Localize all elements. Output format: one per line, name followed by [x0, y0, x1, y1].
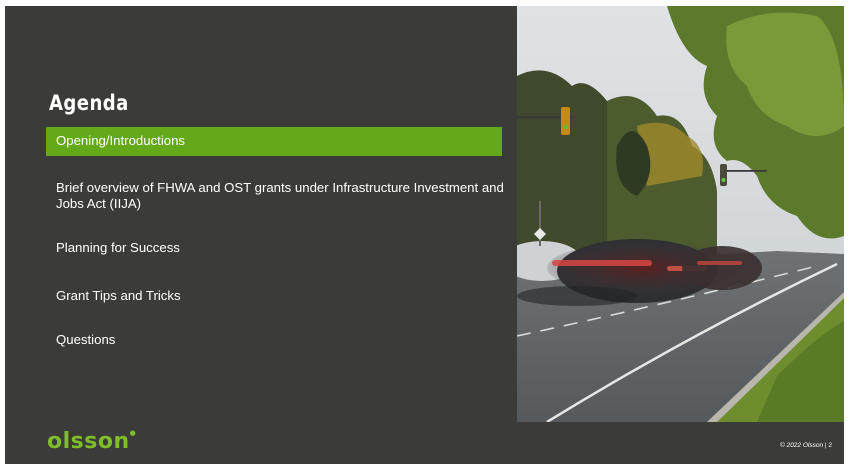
slide-title: Agenda — [49, 91, 129, 115]
content-panel: Agenda Opening/Introductions Brief overv… — [5, 6, 844, 464]
agenda-item-overview: Brief overview of FHWA and OST grants un… — [56, 180, 504, 211]
agenda-item-questions: Questions — [56, 332, 116, 347]
page-number: | 2 — [824, 442, 832, 449]
slide: Agenda Opening/Introductions Brief overv… — [0, 0, 853, 472]
agenda-item-opening: Opening/Introductions — [46, 127, 502, 156]
footer: © 2022 Olsson | 2 — [780, 442, 832, 449]
agenda-item-planning: Planning for Success — [56, 240, 180, 255]
agenda-item-tips: Grant Tips and Tricks — [56, 288, 181, 303]
trademark-icon: ● — [129, 429, 137, 437]
footer-copyright: © 2022 Olsson — [779, 442, 824, 449]
street-traffic-photo — [517, 6, 844, 422]
olsson-logo: olsson● — [47, 429, 136, 454]
logo-text: olsson — [47, 429, 130, 454]
